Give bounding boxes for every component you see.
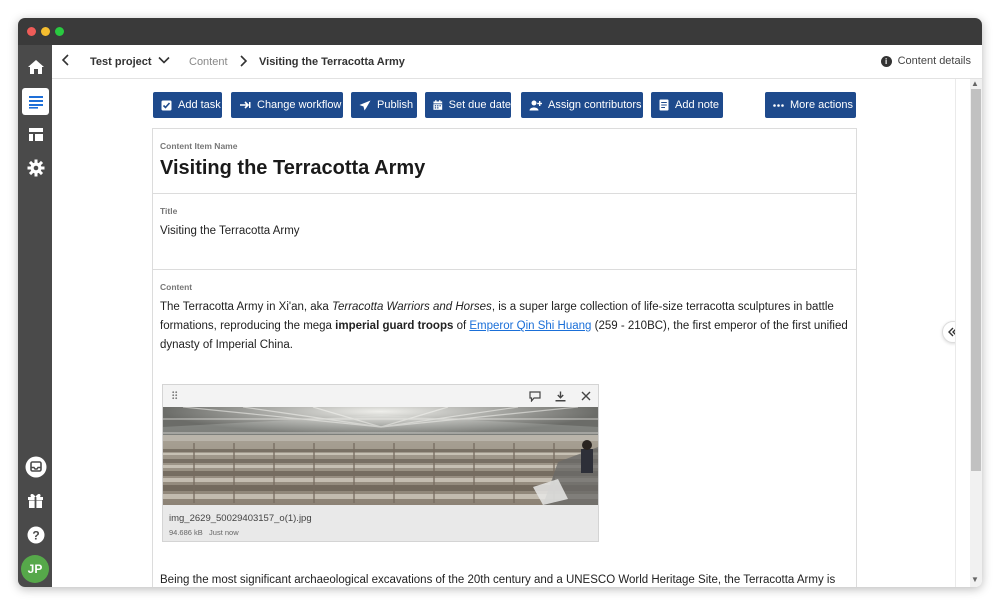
breadcrumb-content[interactable]: Content — [189, 56, 228, 68]
title-field[interactable]: Title Visiting the Terracotta Army — [153, 194, 856, 270]
publish-button[interactable]: Publish — [351, 92, 417, 118]
home-nav-button[interactable] — [22, 53, 49, 80]
set-due-date-label: Set due date — [448, 99, 511, 111]
more-actions-label: More actions — [790, 99, 853, 111]
image-caption: img_2629_50029403157_o(1).jpg 94.686 kB … — [163, 505, 598, 541]
user-avatar[interactable]: JP — [21, 555, 49, 583]
main-content: Add task Change workflow Publish Set due… — [52, 79, 955, 587]
close-icon[interactable] — [581, 391, 591, 401]
ellipsis-icon — [773, 103, 784, 107]
image-meta: 94.686 kB Just now — [169, 528, 239, 537]
scroll-up-arrow[interactable]: ▲ — [971, 79, 979, 88]
inbox-icon — [25, 456, 46, 477]
title-label: Title — [160, 206, 178, 216]
content-details-label: Content details — [897, 55, 971, 67]
note-icon — [659, 99, 669, 111]
comment-icon[interactable] — [529, 391, 541, 402]
user-plus-icon — [529, 100, 542, 110]
publish-label: Publish — [377, 99, 414, 111]
assign-contributors-button[interactable]: Assign contributors — [521, 92, 643, 118]
breadcrumb-current: Visiting the Terracotta Army — [259, 56, 405, 68]
inbox-nav-button[interactable] — [22, 453, 49, 480]
content-form: Content Item Name Visiting the Terracott… — [152, 128, 857, 587]
layout-nav-button[interactable] — [22, 121, 49, 148]
project-dropdown-toggle[interactable] — [158, 55, 170, 68]
scrollbar-thumb[interactable] — [971, 89, 981, 471]
change-workflow-button[interactable]: Change workflow — [231, 92, 343, 118]
scroll-down-arrow[interactable]: ▼ — [971, 575, 979, 584]
home-icon — [27, 59, 44, 74]
paper-plane-icon — [359, 100, 371, 110]
title-value[interactable]: Visiting the Terracotta Army — [160, 225, 300, 237]
maximize-window-button[interactable] — [55, 27, 64, 36]
set-due-date-button[interactable]: Set due date — [425, 92, 511, 118]
minimize-window-button[interactable] — [41, 27, 50, 36]
image-toolbar — [163, 385, 598, 407]
content-label: Content — [160, 282, 193, 292]
layout-icon — [28, 128, 43, 141]
chevron-right-icon — [240, 55, 248, 67]
close-window-button[interactable] — [27, 27, 36, 36]
checkbox-icon — [161, 100, 172, 110]
content-item-name-field[interactable]: Content Item Name Visiting the Terracott… — [153, 129, 856, 194]
add-task-button[interactable]: Add task — [153, 92, 222, 118]
drag-handle-icon[interactable] — [172, 391, 178, 401]
content-nav-button[interactable] — [22, 88, 49, 115]
more-actions-button[interactable]: More actions — [765, 92, 856, 118]
add-note-label: Add note — [675, 99, 720, 111]
chevron-left-icon — [61, 54, 69, 66]
breadcrumb-project[interactable]: Test project — [90, 56, 152, 68]
photo-illustration — [163, 407, 598, 505]
image-filename: img_2629_50029403157_o(1).jpg — [169, 513, 312, 524]
download-icon[interactable] — [555, 391, 566, 402]
content-paragraph-2[interactable]: Being the most significant archaeologica… — [160, 571, 850, 587]
chevron-down-icon — [158, 56, 170, 64]
svg-text:?: ? — [32, 528, 39, 542]
document-lines-icon — [28, 95, 43, 109]
emperor-link[interactable]: Emperor Qin Shi Huang — [469, 320, 591, 332]
content-paragraph[interactable]: The Terracotta Army in Xi'an, aka Terrac… — [160, 298, 850, 355]
breadcrumb: Test project Content Visiting the Terrac… — [52, 45, 982, 79]
arrow-right-icon — [240, 101, 251, 109]
image-embed[interactable]: img_2629_50029403157_o(1).jpg 94.686 kB … — [162, 384, 599, 542]
add-task-label: Add task — [178, 99, 221, 111]
gear-icon — [27, 159, 44, 176]
app-window: ? JP Test project Content Visiting the T… — [18, 18, 982, 587]
content-item-name-label: Content Item Name — [160, 141, 238, 151]
content-item-name-value[interactable]: Visiting the Terracotta Army — [160, 157, 425, 180]
sidebar: ? JP — [18, 45, 52, 587]
info-icon: i — [880, 55, 892, 67]
terracotta-army-photo — [163, 407, 598, 505]
action-toolbar: Add task Change workflow Publish Set due… — [52, 92, 955, 118]
assign-contributors-label: Assign contributors — [548, 99, 642, 111]
window-titlebar — [18, 18, 982, 45]
settings-nav-button[interactable] — [22, 154, 49, 181]
content-details-button[interactable]: i Content details — [880, 55, 971, 67]
add-note-button[interactable]: Add note — [651, 92, 723, 118]
vertical-scrollbar[interactable]: ▲ ▼ — [955, 79, 982, 587]
change-workflow-label: Change workflow — [257, 99, 342, 111]
breadcrumb-separator — [238, 55, 248, 70]
whats-new-nav-button[interactable] — [22, 487, 49, 514]
gift-icon — [28, 493, 43, 508]
calendar-icon — [433, 100, 443, 110]
help-icon: ? — [27, 526, 44, 543]
back-button[interactable] — [61, 54, 71, 69]
help-nav-button[interactable]: ? — [22, 521, 49, 548]
